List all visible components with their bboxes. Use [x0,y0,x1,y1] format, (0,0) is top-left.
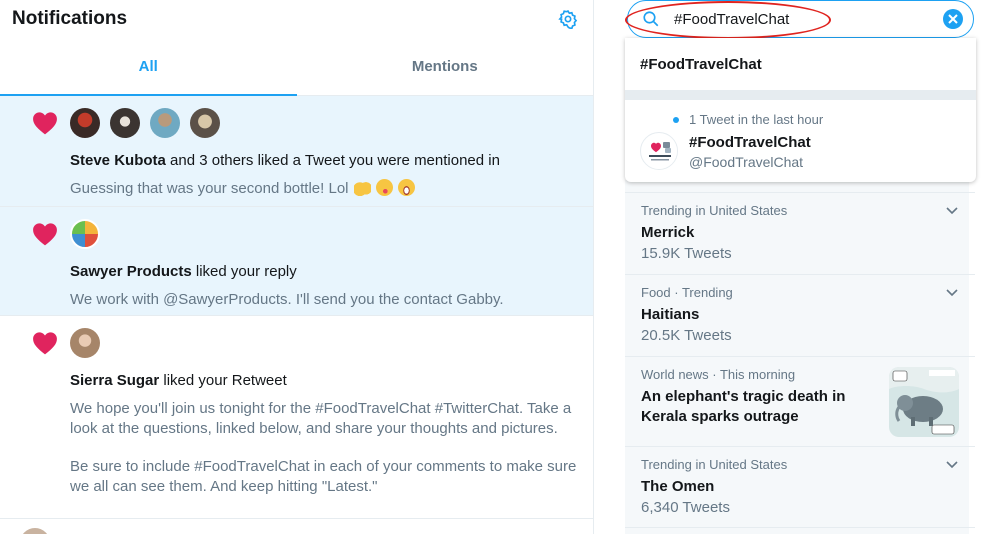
trend-title: An elephant's tragic death in Kerala spa… [641,388,846,425]
tab-all[interactable]: All [0,38,297,96]
trend-context: Trending in United States [641,203,788,218]
tweet-text: We work with @SawyerProducts. I'll send … [70,291,504,308]
user-name[interactable]: Sierra Sugar [70,372,159,389]
trend-item[interactable]: Trending in United States Merrick 15.9K … [625,192,975,274]
activity-indicator: 1 Tweet in the last hour [673,112,823,127]
trend-title: Haitians [641,306,700,323]
avatar[interactable] [190,108,220,138]
notification-action: liked your reply [191,263,297,280]
avatar[interactable] [110,108,140,138]
notification-action: liked your Retweet [159,372,287,389]
gear-icon[interactable] [557,8,579,30]
heart-icon [33,223,57,246]
avatar[interactable] [70,108,100,138]
close-icon[interactable] [943,9,963,29]
notifications-header: Notifications [0,0,593,38]
chevron-down-icon[interactable] [945,203,959,217]
notification-tabs: All Mentions [0,38,593,96]
tweet-text: We hope you'll join us tonight for the #… [70,400,572,437]
avatar-group [70,108,577,138]
avatar[interactable] [70,328,100,358]
trend-count: 20.5K Tweets [641,327,732,344]
trend-title: Merrick [641,224,695,241]
account-handle: @FoodTravelChat [689,154,804,170]
search-input[interactable] [674,10,924,28]
user-name[interactable]: Steve Kubota [70,152,166,169]
tweet-preview: Guessing that was your second bottle! Lo… [70,179,577,199]
page-title: Notifications [12,8,128,29]
raised-hands-emoji-icon [353,179,371,196]
notification-item[interactable]: Sierra Sugar liked your Retweet We hope … [0,316,593,519]
trend-count: 6,340 Tweets [641,499,730,516]
trend-count: 15.9K Tweets [641,245,732,262]
notification-item[interactable]: Sawyer Products liked your reply We work… [0,207,593,316]
avatar[interactable] [150,108,180,138]
search-box[interactable] [627,0,974,38]
notification-action: and 3 others liked a Tweet you were ment… [165,152,500,169]
tongue-emoji-icon [375,179,393,196]
notifications-column: Notifications All Mentions Steve Kubota … [0,0,594,534]
notification-item[interactable]: Steve Kubota and 3 others liked a Tweet … [0,96,593,207]
heart-icon [33,332,57,355]
chevron-down-icon[interactable] [945,285,959,299]
activity-dot-icon [673,116,679,123]
trend-item[interactable]: Food · Trending Haitians 20.5K Tweets [625,274,975,356]
heart-icon [33,112,57,135]
chevron-down-icon[interactable] [945,457,959,471]
notification-summary: Steve Kubota and 3 others liked a Tweet … [70,152,577,169]
avatar-group [70,328,577,358]
search-dropdown: #FoodTravelChat 1 Tweet in the last hour… [625,38,976,182]
divider [625,527,975,528]
avatar[interactable] [20,528,50,534]
trend-title: The Omen [641,478,715,495]
notification-summary: Sierra Sugar liked your Retweet [70,372,577,389]
tab-mentions[interactable]: Mentions [297,38,594,95]
divider [625,90,976,100]
trend-context: Trending in United States [641,457,788,472]
avatar-group [70,219,577,249]
avatar [640,132,678,170]
trend-item[interactable]: Trending in United States The Omen 6,340… [625,446,975,528]
user-name[interactable]: Sawyer Products [70,263,192,280]
news-thumbnail[interactable] [889,367,959,437]
tweet-text: Be sure to include #FoodTravelChat in ea… [70,458,577,495]
search-suggestion[interactable]: #FoodTravelChat [625,38,976,90]
activity-text: 1 Tweet in the last hour [689,112,824,127]
grinning-emoji-icon [398,179,416,196]
notification-summary: Sawyer Products liked your reply [70,263,577,280]
account-suggestion[interactable]: 1 Tweet in the last hour #FoodTravelChat… [625,100,976,182]
search-icon [643,11,659,27]
account-name: #FoodTravelChat [689,134,811,151]
avatar[interactable] [70,219,100,249]
trend-item[interactable]: World news · This morning An elephant's … [625,356,975,446]
trend-context: Food · Trending [641,285,733,300]
tweet-text: Guessing that was your second bottle! Lo… [70,180,349,197]
